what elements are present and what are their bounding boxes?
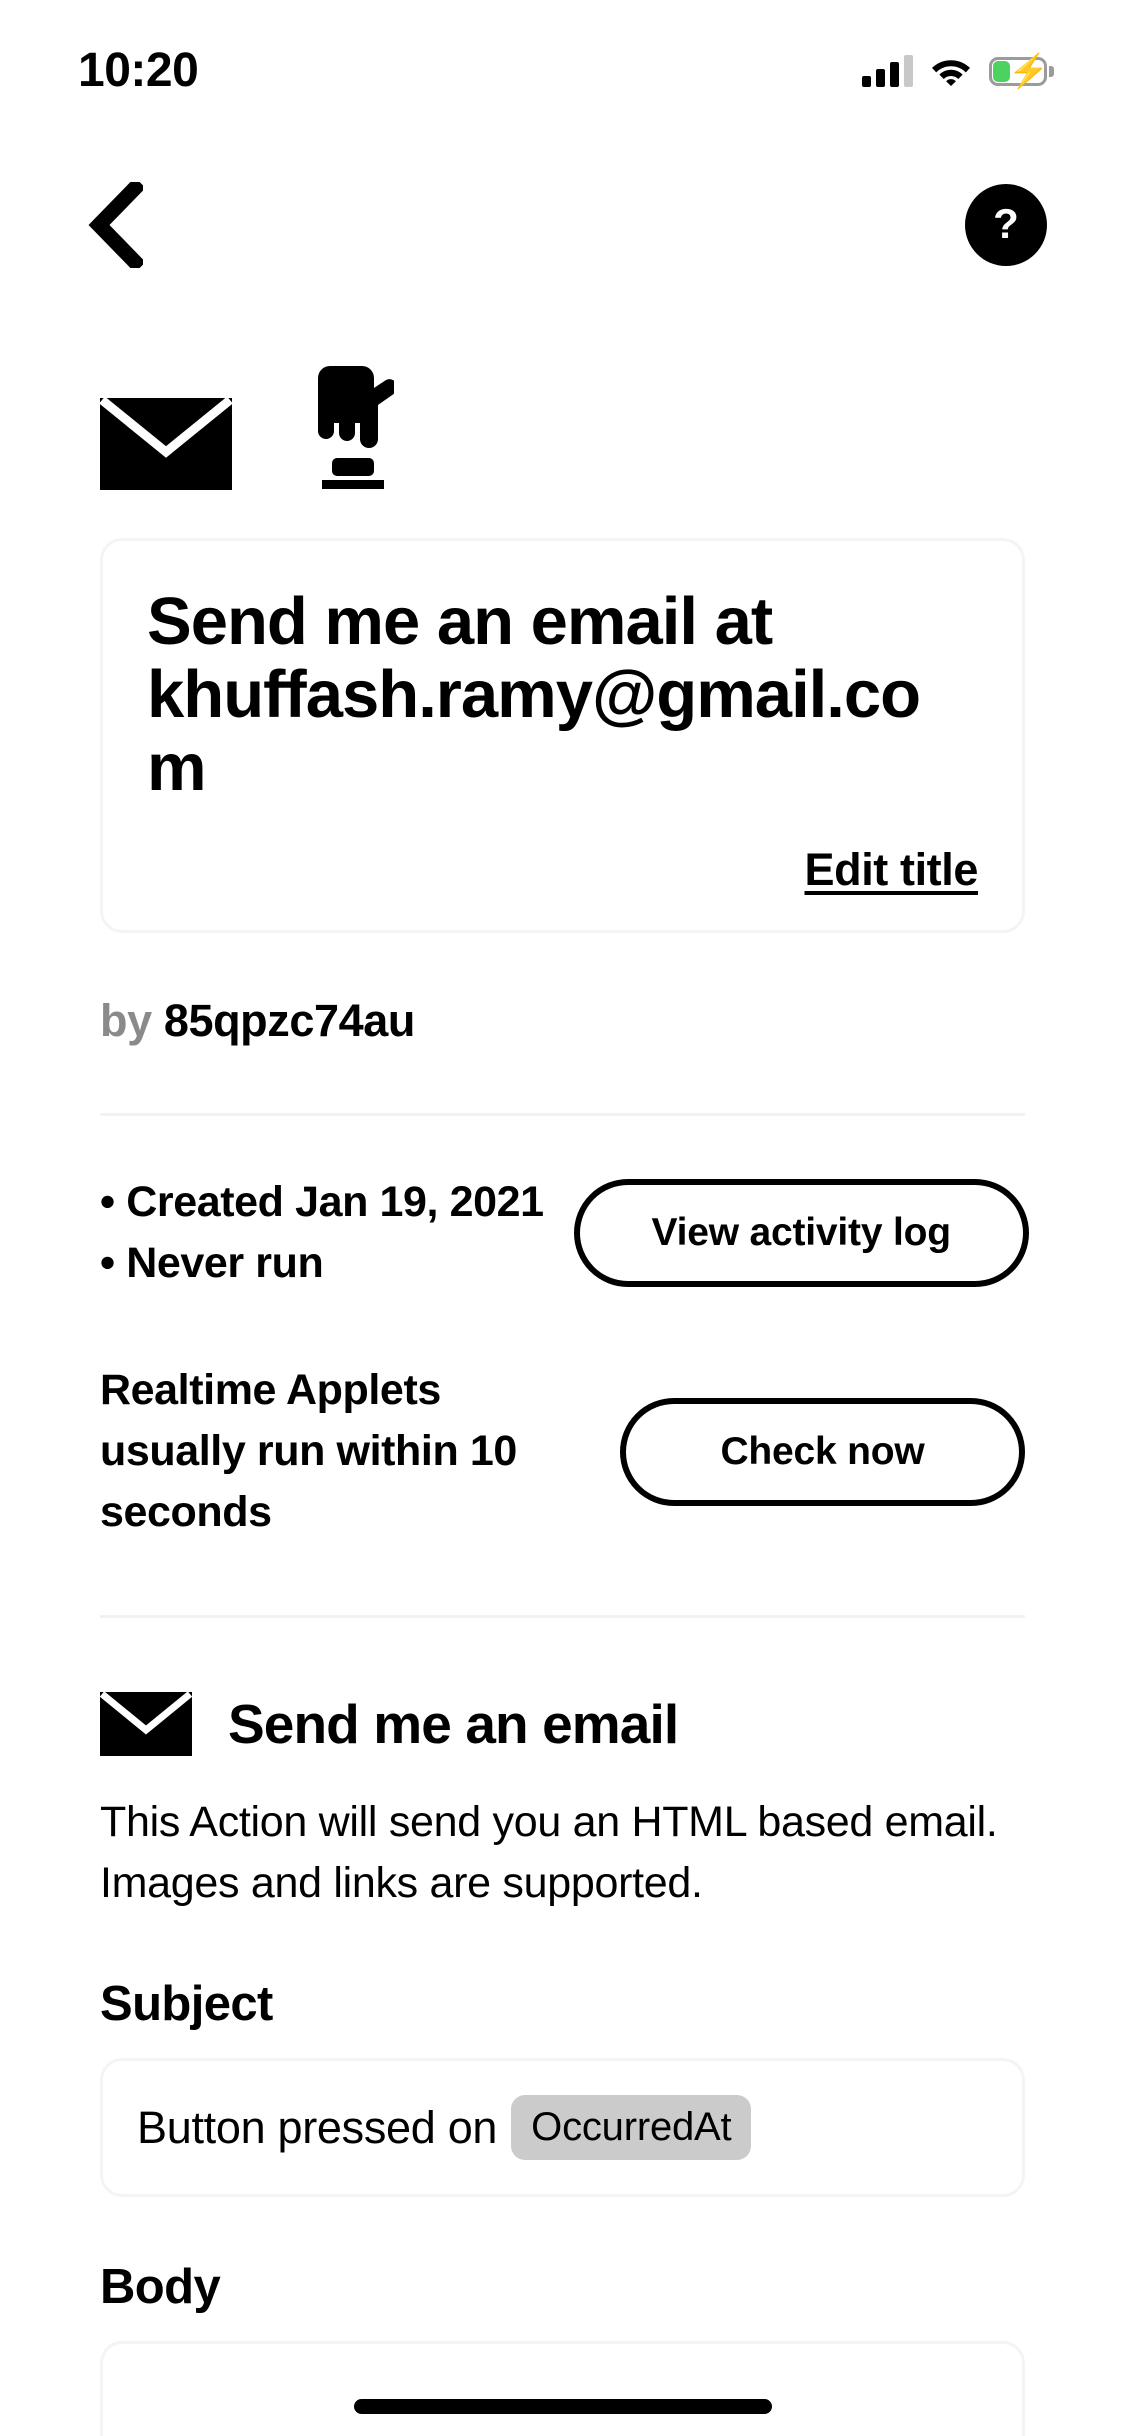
edit-title-link[interactable]: Edit title	[805, 844, 979, 896]
realtime-note-row: Realtime Applets usually run within 10 s…	[100, 1360, 1025, 1543]
edit-title-row: Edit title	[147, 844, 979, 896]
email-envelope-icon	[100, 398, 232, 490]
run-line: • Never run	[100, 1239, 324, 1288]
nav-bar: ?	[0, 160, 1125, 290]
divider-top	[100, 1113, 1025, 1117]
body-input[interactable]	[100, 2341, 1025, 2436]
back-chevron-icon	[88, 182, 143, 268]
applet-detail-content: Send me an email at khuffash.ramy@gmail.…	[0, 340, 1125, 2436]
applet-meta-text: • Created Jan 19, 2021 • Never run	[100, 1172, 544, 1294]
status-bar-indicators: ⚡	[862, 54, 1054, 87]
battery-charging-icon: ⚡	[989, 54, 1054, 87]
subject-field-label: Subject	[100, 1977, 273, 2032]
status-bar: 10:20 ⚡	[0, 0, 1125, 128]
phone-screen: 10:20 ⚡ ? Send me an email at khuffash.r…	[0, 0, 1125, 2436]
subject-input[interactable]: Button pressed on OccurredAt	[100, 2058, 1025, 2198]
back-button[interactable]	[78, 182, 152, 268]
action-title: Send me an email	[228, 1693, 679, 1756]
applet-meta-row: • Created Jan 19, 2021 • Never run View …	[100, 1172, 1029, 1294]
realtime-note-text: Realtime Applets usually run within 10 s…	[100, 1366, 517, 1537]
status-bar-time: 10:20	[78, 44, 199, 97]
button-widget-icon	[318, 366, 394, 489]
body-field-label: Body	[100, 2260, 221, 2315]
service-icon-row	[100, 340, 1025, 490]
help-button-label: ?	[993, 199, 1019, 247]
applet-title: Send me an email at khuffash.ramy@gmail.…	[147, 584, 921, 806]
applet-title-card: Send me an email at khuffash.ramy@gmail.…	[100, 538, 1025, 934]
wifi-icon	[932, 60, 970, 86]
help-button[interactable]: ?	[965, 184, 1047, 266]
cellular-bars-icon	[862, 55, 913, 87]
check-now-button[interactable]: Check now	[620, 1397, 1025, 1506]
home-indicator	[353, 2399, 772, 2414]
subject-input-text: Button pressed on	[137, 2101, 498, 2153]
view-activity-log-button[interactable]: View activity log	[573, 1179, 1029, 1288]
byline-prefix: by	[100, 995, 152, 1047]
created-line: • Created Jan 19, 2021	[100, 1178, 544, 1227]
subject-ingredient-chip[interactable]: OccurredAt	[511, 2095, 752, 2161]
divider-bottom	[100, 1615, 1025, 1619]
action-description: This Action will send you an HTML based …	[100, 1798, 998, 1908]
byline: by 85qpzc74au	[100, 995, 1025, 1047]
byline-author: 85qpzc74au	[163, 995, 416, 1047]
action-header: Send me an email	[100, 1692, 1025, 1757]
email-envelope-icon	[100, 1692, 192, 1757]
